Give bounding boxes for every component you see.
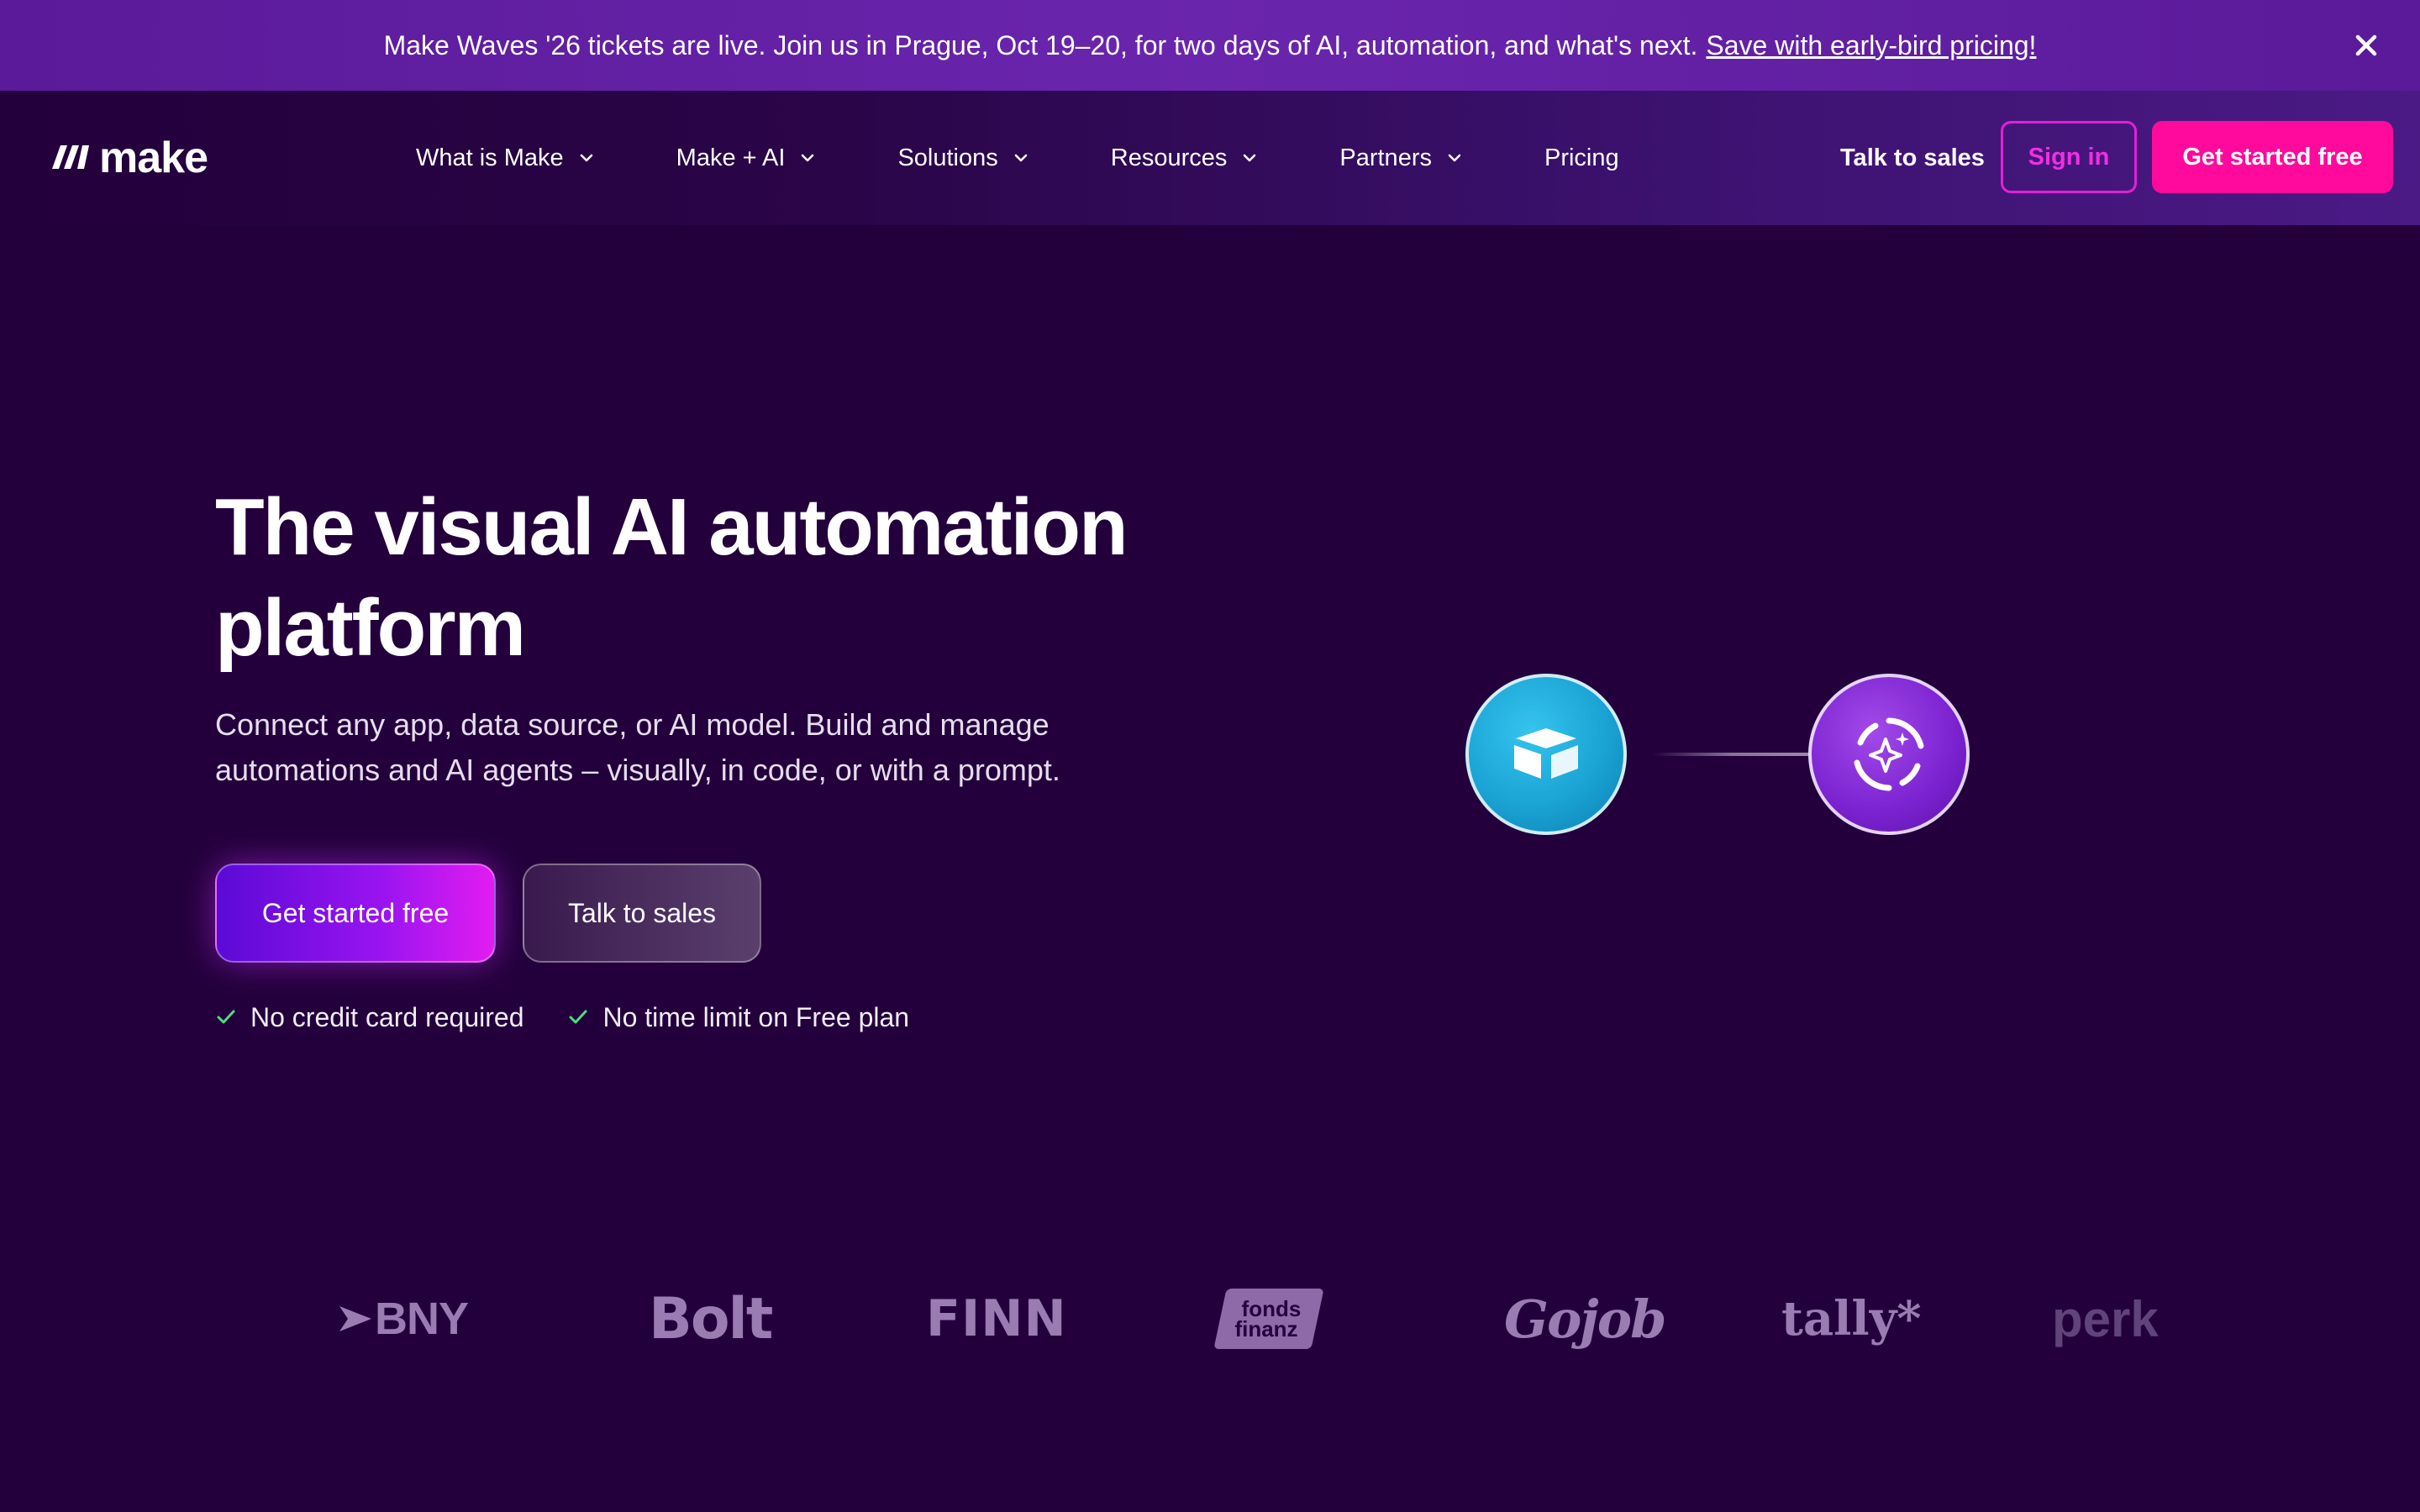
chevron-down-icon [1448,154,1461,162]
banner-text: Make Waves '26 tickets are live. Join us… [383,29,1698,60]
fondsfinanz-badge: fonds finanz [1213,1289,1324,1349]
box-app-icon [1514,728,1578,779]
workflow-node-app [1465,674,1627,835]
nav-label: Make + AI [676,144,786,171]
perk-label: No credit card required [250,1001,524,1032]
hero-title-line2: platform [215,583,526,673]
banner-link[interactable]: Save with early-bird pricing! [1706,30,2036,61]
nav-label: Resources [1110,144,1228,171]
workflow-node-ai [1808,674,1970,835]
perks-list: No credit card required No time limit on… [215,996,953,1038]
logo-fonds-line2: finanz [1234,1316,1298,1341]
hero-title: The visual AI automation platform [215,477,1223,679]
nav-label: Solutions [897,144,998,171]
announcement-banner: Make Waves '26 tickets are live. Join us… [0,0,2420,91]
logo-fondsfinanz: fonds finanz [1213,1260,1324,1378]
check-icon [217,1010,235,1024]
nav-label: What is Make [416,144,564,171]
logo-tally: tally* [1781,1291,1922,1347]
hero-get-started-button[interactable]: Get started free [215,864,496,963]
hero-subtitle-line2: automations and AI agents – visually, in… [215,753,1060,787]
chevron-down-icon [1014,154,1028,162]
logo-text: make [99,134,208,182]
workflow-connector [1652,753,1812,756]
nav-resources[interactable]: Resources [1111,144,1260,172]
logo-gojob: Gojob [1504,1288,1666,1350]
get-started-button[interactable]: Get started free [2152,121,2393,193]
perk-item: No time limit on Free plan [567,1002,909,1033]
nav-label: Pricing [1544,144,1619,171]
perk-item: No credit card required [215,1002,523,1033]
logo-perk: perk [2052,1290,2159,1347]
nav-what-is-make[interactable]: What is Make [416,144,596,172]
nav-partners[interactable]: Partners [1339,144,1464,172]
bny-arrow-icon [339,1306,371,1331]
hero-subtitle: Connect any app, data source, or AI mode… [215,702,1223,793]
customer-logos: BNY Bolt FINN fonds finanz Gojob tally* … [0,1260,2420,1378]
logo-bny-text: BNY [375,1294,469,1344]
close-icon[interactable] [2349,29,2383,62]
hero-talk-to-sales-button[interactable]: Talk to sales [523,864,761,963]
make-logo-icon [50,142,91,175]
make-logo[interactable]: make [50,133,208,183]
perk-label: No time limit on Free plan [602,1001,910,1032]
ai-sparkle-icon [1854,717,1924,791]
main-nav: What is Make Make + AI Solutions Resourc… [416,91,1619,225]
hero-title-line1: The visual AI automation [215,482,1128,572]
hero-subtitle-line1: Connect any app, data source, or AI mode… [215,707,1050,742]
nav-pricing[interactable]: Pricing [1544,144,1619,172]
talk-to-sales-link[interactable]: Talk to sales [1840,91,1985,225]
site-header: make What is Make Make + AI Solutions Re… [0,91,2420,225]
nav-solutions[interactable]: Solutions [897,144,1029,172]
sign-in-button[interactable]: Sign in [2001,121,2137,193]
chevron-down-icon [1244,154,1256,162]
logo-bolt: Bolt [649,1285,773,1352]
check-icon [569,1010,587,1024]
logo-finn: FINN [926,1289,1067,1348]
nav-make-ai[interactable]: Make + AI [676,144,818,172]
logo-bny: BNY [339,1260,469,1378]
chevron-down-icon [802,154,814,162]
chevron-down-icon [580,154,592,162]
nav-label: Partners [1339,144,1432,171]
